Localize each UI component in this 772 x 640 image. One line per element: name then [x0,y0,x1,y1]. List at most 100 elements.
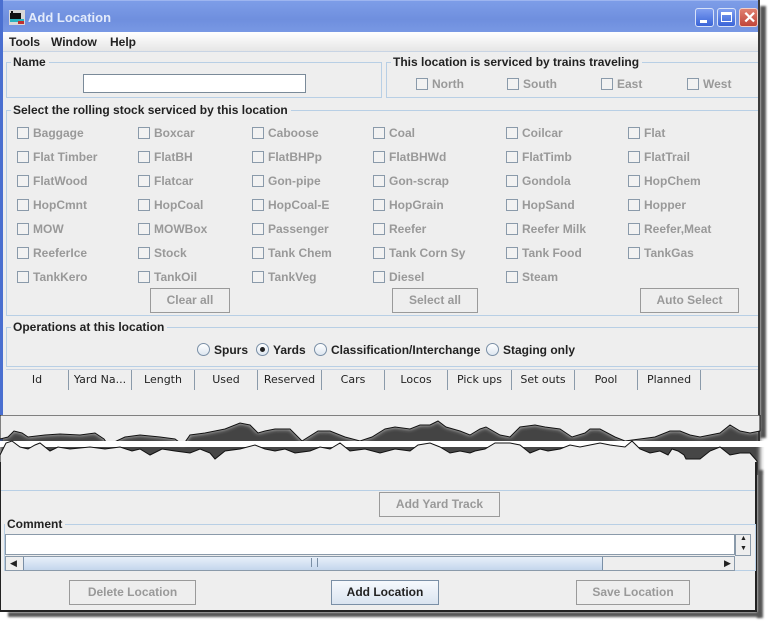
checkbox-icon[interactable] [628,199,640,211]
checkbox-icon[interactable] [506,199,518,211]
checkbox-icon[interactable] [506,223,518,235]
checkbox-icon[interactable] [506,175,518,187]
rolling-stock-checkbox[interactable]: HopChem [628,174,701,188]
checkbox-icon[interactable] [252,271,264,283]
rolling-stock-checkbox[interactable]: Flatcar [138,174,193,188]
checkbox-icon[interactable] [17,223,29,235]
direction-checkbox-north[interactable]: North [416,77,464,91]
rolling-stock-checkbox[interactable]: TankKero [17,270,87,284]
checkbox-icon[interactable] [17,127,29,139]
rolling-stock-checkbox[interactable]: Baggage [17,126,84,140]
checkbox-icon[interactable] [252,127,264,139]
radio-icon[interactable] [486,343,499,356]
horizontal-scroll-thumb[interactable] [23,557,603,570]
column-header[interactable]: Yard Na... [69,370,132,390]
rolling-stock-checkbox[interactable]: TankVeg [252,270,316,284]
radio-icon[interactable] [314,343,327,356]
location-name-input[interactable] [83,74,306,93]
checkbox-icon[interactable] [628,127,640,139]
radio-icon[interactable] [197,343,210,356]
scroll-right-arrow-icon[interactable]: ▶ [724,558,731,569]
checkbox-icon[interactable] [373,223,385,235]
radio-icon[interactable] [256,343,269,356]
rolling-stock-checkbox[interactable]: Reefer,Meat [628,222,711,236]
scroll-up-arrow-icon[interactable]: ▲ [740,535,747,542]
column-header[interactable]: Id [6,370,69,390]
checkbox-icon[interactable] [628,247,640,259]
column-header[interactable]: Reserved [258,370,322,390]
checkbox-icon[interactable] [138,247,150,259]
rolling-stock-checkbox[interactable]: Caboose [252,126,319,140]
checkbox-icon[interactable] [687,78,699,90]
checkbox-icon[interactable] [138,151,150,163]
checkbox-icon[interactable] [628,223,640,235]
rolling-stock-checkbox[interactable]: Hopper [628,198,686,212]
checkbox-icon[interactable] [138,271,150,283]
checkbox-icon[interactable] [17,151,29,163]
rolling-stock-checkbox[interactable]: TankGas [628,246,694,260]
operations-radio-staging-only[interactable]: Staging only [486,343,575,357]
clear-all-button[interactable]: Clear all [150,288,230,313]
column-header[interactable]: Planned [638,370,701,390]
checkbox-icon[interactable] [373,199,385,211]
operations-radio-classification-interchange[interactable]: Classification/Interchange [314,343,480,357]
select-all-button[interactable]: Select all [392,288,478,313]
checkbox-icon[interactable] [373,247,385,259]
checkbox-icon[interactable] [601,78,613,90]
checkbox-icon[interactable] [252,247,264,259]
column-header[interactable]: Pool [575,370,638,390]
save-location-button[interactable]: Save Location [576,580,690,605]
rolling-stock-checkbox[interactable]: Passenger [252,222,329,236]
rolling-stock-checkbox[interactable]: FlatTimb [506,150,572,164]
delete-location-button[interactable]: Delete Location [69,580,196,605]
rolling-stock-checkbox[interactable]: HopCoal-E [252,198,329,212]
direction-checkbox-west[interactable]: West [687,77,731,91]
rolling-stock-checkbox[interactable]: Coilcar [506,126,563,140]
rolling-stock-checkbox[interactable]: Boxcar [138,126,195,140]
checkbox-icon[interactable] [373,271,385,283]
checkbox-icon[interactable] [252,199,264,211]
checkbox-icon[interactable] [252,223,264,235]
column-header[interactable]: Cars [322,370,385,390]
checkbox-icon[interactable] [138,223,150,235]
rolling-stock-checkbox[interactable]: Stock [138,246,187,260]
checkbox-icon[interactable] [252,175,264,187]
checkbox-icon[interactable] [373,175,385,187]
rolling-stock-checkbox[interactable]: Tank Chem [252,246,332,260]
rolling-stock-checkbox[interactable]: Diesel [373,270,424,284]
scroll-left-arrow-icon[interactable]: ◀ [10,558,17,569]
rolling-stock-checkbox[interactable]: TankOil [138,270,197,284]
checkbox-icon[interactable] [17,247,29,259]
rolling-stock-checkbox[interactable]: Tank Corn Sy [373,246,465,260]
checkbox-icon[interactable] [17,175,29,187]
checkbox-icon[interactable] [506,151,518,163]
checkbox-icon[interactable] [506,127,518,139]
checkbox-icon[interactable] [506,271,518,283]
checkbox-icon[interactable] [373,151,385,163]
rolling-stock-checkbox[interactable]: Coal [373,126,415,140]
direction-checkbox-east[interactable]: East [601,77,642,91]
column-header[interactable]: Locos [385,370,448,390]
direction-checkbox-south[interactable]: South [507,77,557,91]
menu-tools[interactable]: Tools [9,35,40,49]
rolling-stock-checkbox[interactable]: HopGrain [373,198,444,212]
comment-horizontal-scrollbar[interactable]: ◀ ▶ [5,556,735,571]
column-header[interactable]: Used [195,370,258,390]
title-bar[interactable]: Add Location ✕ [3,0,758,32]
checkbox-icon[interactable] [416,78,428,90]
rolling-stock-checkbox[interactable]: FlatBH [138,150,193,164]
scroll-down-arrow-icon[interactable]: ▼ [740,545,747,552]
checkbox-icon[interactable] [373,127,385,139]
rolling-stock-checkbox[interactable]: HopSand [506,198,575,212]
checkbox-icon[interactable] [507,78,519,90]
checkbox-icon[interactable] [138,175,150,187]
checkbox-icon[interactable] [628,151,640,163]
rolling-stock-checkbox[interactable]: ReeferIce [17,246,87,260]
rolling-stock-checkbox[interactable]: Tank Food [506,246,582,260]
column-header[interactable]: Pick ups [448,370,512,390]
rolling-stock-checkbox[interactable]: FlatBHPp [252,150,322,164]
checkbox-icon[interactable] [138,127,150,139]
operations-radio-yards[interactable]: Yards [256,343,306,357]
rolling-stock-checkbox[interactable]: MOWBox [138,222,207,236]
rolling-stock-checkbox[interactable]: FlatBHWd [373,150,446,164]
